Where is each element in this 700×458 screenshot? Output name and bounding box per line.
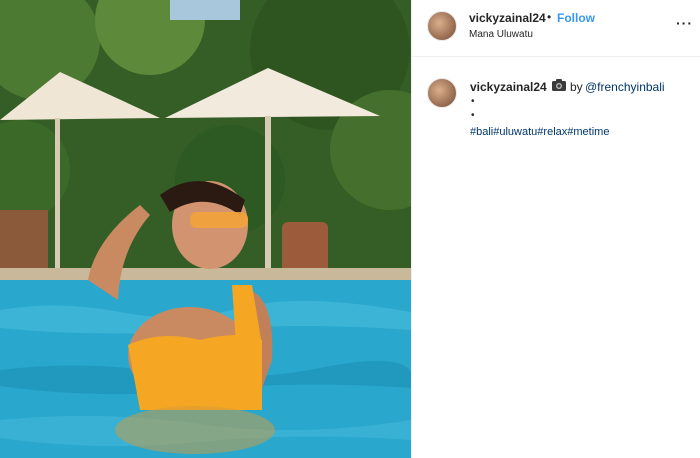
hashtag-link[interactable]: #bali [470,126,493,138]
hashtag-link[interactable]: #metime [567,126,609,138]
caption-username[interactable]: vickyzainal24 [470,80,547,94]
follow-button[interactable]: Follow [557,11,595,25]
separator-dot: • [547,10,552,24]
caption-avatar[interactable] [427,78,457,108]
caption-bullet: • [471,110,475,121]
pool-scene-image [0,0,411,458]
mention-link[interactable]: @frenchyinbali [585,80,665,94]
hashtag-link[interactable]: #relax [537,126,567,138]
by-label: by [570,80,583,94]
caption-bullet: • [471,96,475,107]
more-options-icon[interactable]: ··· [676,15,693,31]
post-header: vickyzainal24 • Follow Mana Uluwatu ··· [412,0,700,57]
hashtag-link[interactable]: #uluwatu [493,126,537,138]
hashtag-list: #bali#uluwatu#relax#metime [470,126,609,138]
location-link[interactable]: Mana Uluwatu [469,29,533,40]
post-photo[interactable] [0,0,411,458]
camera-icon [552,79,566,91]
avatar[interactable] [427,11,457,41]
post-sidebar: vickyzainal24 • Follow Mana Uluwatu ··· … [411,0,700,458]
post-username[interactable]: vickyzainal24 [469,11,546,25]
